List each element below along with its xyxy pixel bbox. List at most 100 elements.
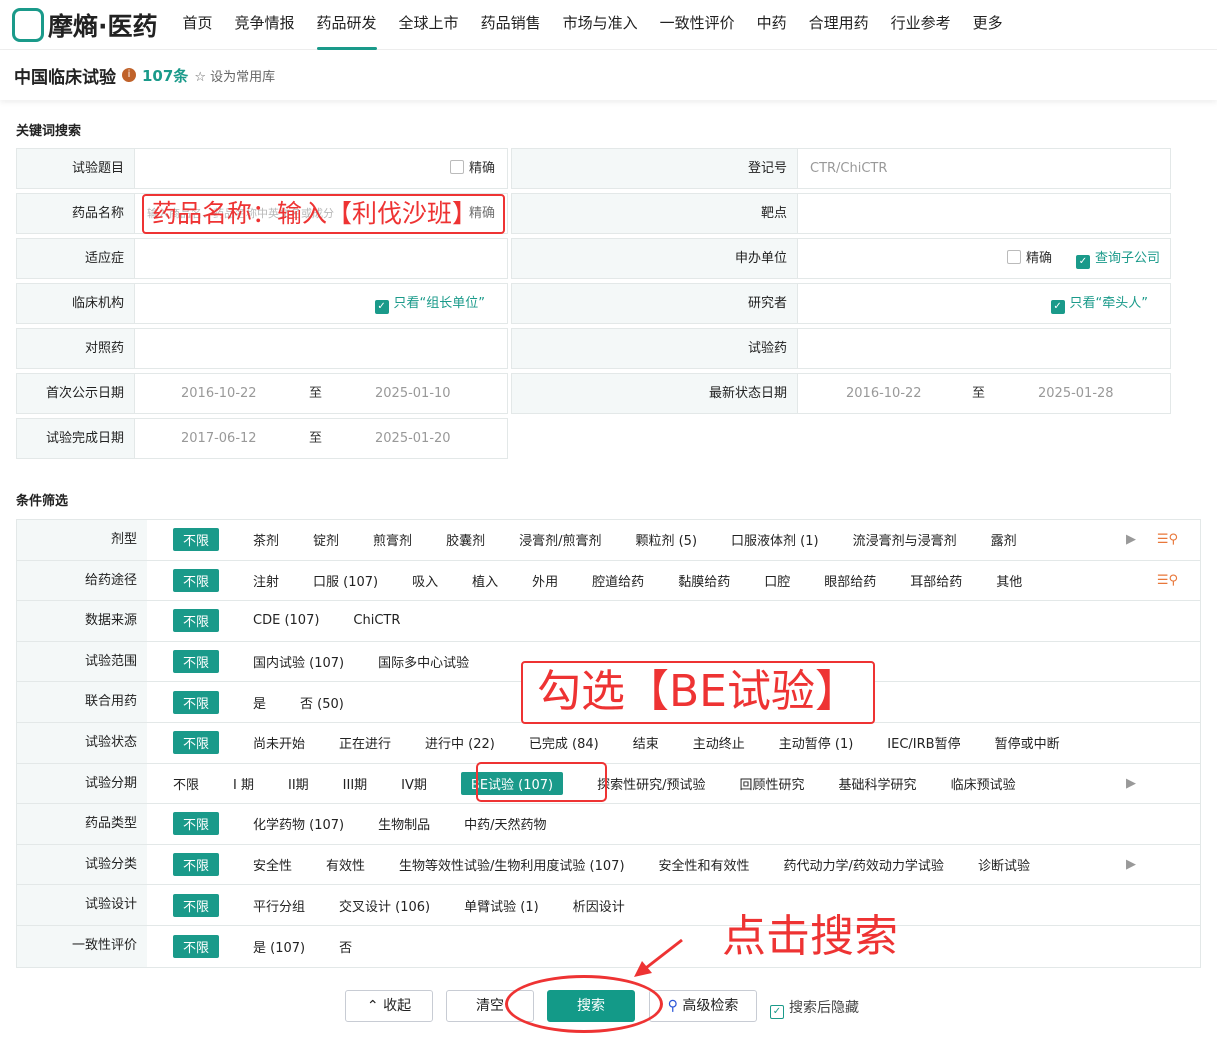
nav-item[interactable]: 市场与准入 bbox=[552, 0, 649, 50]
filter-option[interactable]: 已完成 (84) bbox=[529, 733, 599, 752]
latest-date-range[interactable]: 2016-10-22 至 2025-01-28 bbox=[798, 374, 1170, 413]
filter-option[interactable]: 有效性 bbox=[326, 855, 365, 874]
scroll-right-icon[interactable]: ▶ bbox=[1126, 857, 1136, 872]
filter-search-icon[interactable]: ☰⚲ bbox=[1157, 532, 1178, 547]
filter-option[interactable]: 主动暂停 (1) bbox=[779, 733, 854, 752]
filter-option[interactable]: 国际多中心试验 bbox=[378, 652, 469, 671]
filter-option[interactable]: 外用 bbox=[532, 571, 558, 590]
filter-option[interactable]: 否 (50) bbox=[300, 693, 344, 712]
filter-option[interactable]: 不限 bbox=[173, 609, 220, 633]
nav-item[interactable]: 药品研发 bbox=[306, 0, 388, 50]
lead-only-checkbox[interactable]: ✓ 只看“牵头人” bbox=[1050, 284, 1148, 323]
filter-option[interactable]: CDE (107) bbox=[253, 613, 319, 628]
filter-option[interactable]: 不限 bbox=[173, 690, 220, 714]
filter-option[interactable]: 口腔 bbox=[764, 571, 790, 590]
nav-item[interactable]: 中药 bbox=[746, 0, 798, 50]
indication-input[interactable] bbox=[135, 239, 507, 278]
filter-option[interactable]: 安全性 bbox=[253, 855, 292, 874]
filter-option[interactable]: 颗粒剂 (5) bbox=[635, 530, 697, 549]
subsidiary-checkbox[interactable]: ✓ 查询子公司 bbox=[1075, 239, 1160, 278]
filter-option[interactable]: 主动终止 bbox=[693, 733, 745, 752]
filter-option[interactable]: 注射 bbox=[253, 571, 279, 590]
filter-option[interactable]: III期 bbox=[343, 774, 368, 793]
investigator-input[interactable]: ✓ 只看“牵头人” bbox=[798, 284, 1170, 323]
filter-option[interactable]: 口服液体剂 (1) bbox=[731, 530, 819, 549]
exact-checkbox[interactable]: 精确 bbox=[1006, 239, 1052, 278]
filter-option[interactable]: 生物制品 bbox=[378, 814, 430, 833]
filter-option[interactable]: 不限 bbox=[173, 650, 220, 674]
filter-option[interactable]: 平行分组 bbox=[253, 896, 305, 915]
filter-option[interactable]: 生物等效性试验/生物利用度试验 (107) bbox=[399, 855, 624, 874]
filter-option[interactable]: 不限 bbox=[173, 731, 220, 755]
nav-item[interactable]: 竞争情报 bbox=[224, 0, 306, 50]
filter-option[interactable]: 不限 bbox=[173, 774, 199, 793]
info-icon[interactable]: i bbox=[122, 68, 136, 82]
filter-option[interactable]: 是 bbox=[253, 693, 266, 712]
nav-item[interactable]: 药品销售 bbox=[470, 0, 552, 50]
nav-item[interactable]: 合理用药 bbox=[798, 0, 880, 50]
filter-option[interactable]: 耳部给药 bbox=[910, 571, 962, 590]
filter-option[interactable]: 结束 bbox=[633, 733, 659, 752]
filter-option[interactable]: 析因设计 bbox=[573, 896, 625, 915]
filter-option[interactable]: IV期 bbox=[401, 774, 427, 793]
hide-after-search-checkbox[interactable]: ✓ 搜索后隐藏 bbox=[770, 997, 859, 1019]
filter-option[interactable]: 煎膏剂 bbox=[373, 530, 412, 549]
filter-option[interactable]: 正在进行 bbox=[339, 733, 391, 752]
filter-option[interactable]: 否 bbox=[339, 937, 352, 956]
filter-option[interactable]: 不限 bbox=[173, 893, 220, 917]
nav-item[interactable]: 全球上市 bbox=[388, 0, 470, 50]
filter-option[interactable]: 露剂 bbox=[991, 530, 1017, 549]
filter-option[interactable]: 不限 bbox=[173, 568, 220, 592]
filter-option[interactable]: 腔道给药 bbox=[592, 571, 644, 590]
filter-option[interactable]: 基础科学研究 bbox=[839, 774, 917, 793]
filter-option[interactable]: 安全性和有效性 bbox=[659, 855, 750, 874]
favorite-button[interactable]: ☆ 设为常用库 bbox=[194, 66, 275, 85]
nav-item[interactable]: 首页 bbox=[172, 0, 224, 50]
filter-option[interactable]: 化学药物 (107) bbox=[253, 814, 344, 833]
exact-checkbox[interactable]: 精确 bbox=[449, 149, 495, 188]
filter-option[interactable]: IEC/IRB暂停 bbox=[887, 733, 960, 752]
filter-option[interactable]: II期 bbox=[288, 774, 309, 793]
test-drug-input[interactable] bbox=[798, 329, 1170, 368]
filter-option[interactable]: 药代动力学/药效动力学试验 bbox=[784, 855, 944, 874]
filter-option[interactable]: 交叉设计 (106) bbox=[339, 896, 430, 915]
trial-title-input[interactable]: 精确 bbox=[135, 149, 507, 188]
complete-date-range[interactable]: 2017-06-12 至 2025-01-20 bbox=[135, 419, 507, 458]
filter-option[interactable]: 植入 bbox=[472, 571, 498, 590]
filter-option[interactable]: 不限 bbox=[173, 528, 220, 552]
filter-option[interactable]: 尚未开始 bbox=[253, 733, 305, 752]
filter-option[interactable]: 浸膏剂/煎膏剂 bbox=[519, 530, 601, 549]
filter-option[interactable]: 回顾性研究 bbox=[740, 774, 805, 793]
control-drug-input[interactable] bbox=[135, 329, 507, 368]
filter-option[interactable]: 暂停或中断 bbox=[995, 733, 1060, 752]
scroll-right-icon[interactable]: ▶ bbox=[1126, 532, 1136, 547]
filter-option[interactable]: 国内试验 (107) bbox=[253, 652, 344, 671]
filter-option[interactable]: 不限 bbox=[173, 934, 220, 958]
filter-option[interactable]: 其他 bbox=[996, 571, 1022, 590]
filter-option[interactable]: 单臂试验 (1) bbox=[464, 896, 539, 915]
nav-item[interactable]: 更多 bbox=[962, 0, 1014, 50]
filter-option[interactable]: 是 (107) bbox=[253, 937, 305, 956]
first-date-range[interactable]: 2016-10-22 至 2025-01-10 bbox=[135, 374, 507, 413]
filter-option[interactable]: 口服 (107) bbox=[313, 571, 378, 590]
filter-option[interactable]: 不限 bbox=[173, 812, 220, 836]
filter-option[interactable]: 吸入 bbox=[412, 571, 438, 590]
filter-option[interactable]: ChiCTR bbox=[353, 613, 400, 628]
institution-input[interactable]: ✓ 只看“组长单位” bbox=[135, 284, 507, 323]
nav-item[interactable]: 一致性评价 bbox=[649, 0, 746, 50]
filter-option[interactable]: 胶囊剂 bbox=[446, 530, 485, 549]
logo[interactable]: 摩熵·医药 bbox=[12, 7, 158, 43]
filter-option[interactable]: 进行中 (22) bbox=[425, 733, 495, 752]
filter-option[interactable]: 中药/天然药物 bbox=[464, 814, 546, 833]
target-input[interactable] bbox=[798, 194, 1170, 233]
leader-only-checkbox[interactable]: ✓ 只看“组长单位” bbox=[374, 284, 485, 323]
filter-option[interactable]: 流浸膏剂与浸膏剂 bbox=[853, 530, 957, 549]
filter-search-icon[interactable]: ☰⚲ bbox=[1157, 573, 1178, 588]
filter-option[interactable]: 茶剂 bbox=[253, 530, 279, 549]
collapse-button[interactable]: ⌃ 收起 bbox=[345, 990, 433, 1022]
scroll-right-icon[interactable]: ▶ bbox=[1126, 776, 1136, 791]
filter-option[interactable]: 临床预试验 bbox=[951, 774, 1016, 793]
filter-option[interactable]: 锭剂 bbox=[313, 530, 339, 549]
sponsor-input[interactable]: 精确 ✓ 查询子公司 bbox=[798, 239, 1170, 278]
filter-option[interactable]: I 期 bbox=[233, 774, 254, 793]
